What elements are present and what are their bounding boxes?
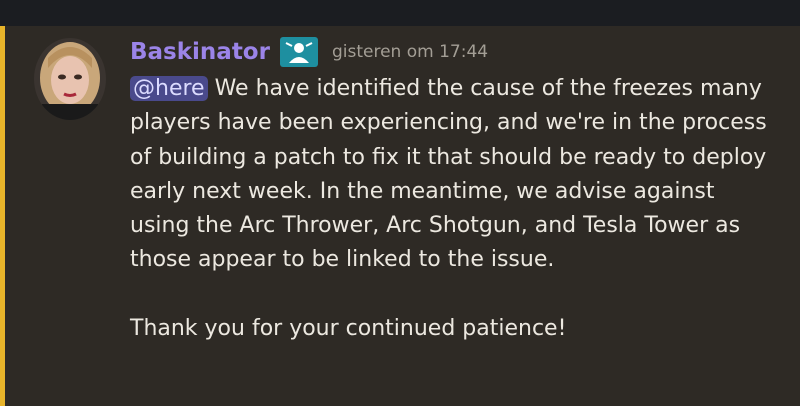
top-bar (0, 0, 800, 26)
message-body-text: We have identified the cause of the free… (130, 76, 767, 273)
message-header: Baskinator gisteren om 17:44 (130, 35, 488, 69)
author-name[interactable]: Baskinator (130, 39, 270, 65)
mention-highlight-bar (0, 26, 5, 406)
message-content: @here We have identified the cause of th… (130, 72, 780, 346)
avatar[interactable] (34, 38, 106, 120)
message-closing: Thank you for your continued patience! (130, 316, 567, 342)
chat-message: Baskinator gisteren om 17:44 @here We ha… (0, 26, 800, 406)
message-timestamp: gisteren om 17:44 (331, 42, 489, 62)
role-badge-icon[interactable] (279, 37, 318, 67)
here-mention[interactable]: @here (130, 76, 208, 101)
message-body: @here We have identified the cause of th… (130, 72, 780, 278)
